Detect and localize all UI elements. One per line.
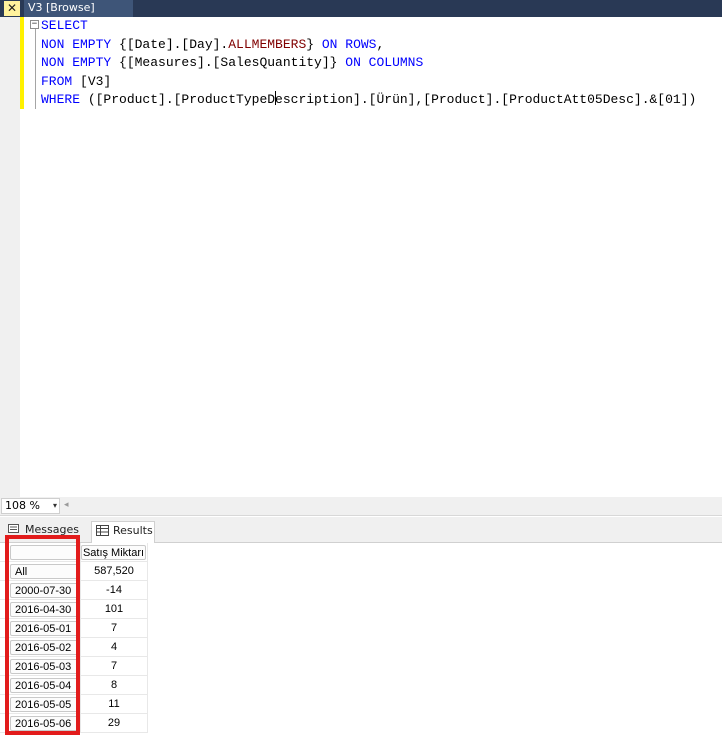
document-tab-strip: ✕ V3 [Browse] xyxy=(0,0,722,17)
close-tab-icon[interactable]: ✕ xyxy=(4,1,20,16)
row-header-label: 2016-05-06 xyxy=(10,715,78,731)
code-line[interactable]: NON EMPTY {[Date].[Day].ALLMEMBERS} ON R… xyxy=(41,36,696,55)
tab-results[interactable]: Results xyxy=(91,521,155,543)
table-row: 2016-05-06 29 xyxy=(0,713,148,733)
keyword-token: ON ROWS xyxy=(321,36,377,52)
query-editor[interactable]: − SELECT NON EMPTY {[Date].[Day].ALLMEMBE… xyxy=(0,17,722,497)
outline-guide xyxy=(35,29,36,109)
value-cell[interactable]: 7 xyxy=(80,618,148,638)
results-table: Satış Miktarı All 587,520 2000-07-30 -14 201… xyxy=(0,543,148,733)
grid-corner-cell[interactable] xyxy=(0,543,81,562)
column-header-label: Satış Miktarı xyxy=(81,544,146,560)
code-token: {[Measures].[SalesQuantity]} xyxy=(119,55,346,70)
keyword-token: ON COLUMNS xyxy=(345,55,424,70)
row-header-label: All xyxy=(10,563,78,579)
unsaved-change-indicator xyxy=(20,17,24,109)
row-header-cell[interactable]: 2016-04-30 xyxy=(0,599,81,619)
row-header-label: 2016-05-04 xyxy=(10,677,78,693)
row-header-cell[interactable]: 2016-05-03 xyxy=(0,656,81,676)
value-cell[interactable]: 101 xyxy=(80,599,148,619)
table-row: All 587,520 xyxy=(0,561,148,581)
tab-messages[interactable]: Messages xyxy=(8,521,90,543)
value-cell[interactable]: 8 xyxy=(80,675,148,695)
keyword-token: FROM xyxy=(41,73,81,89)
row-header-cell[interactable]: All xyxy=(0,561,81,581)
code-token: {[Date].[Day]. xyxy=(119,36,229,52)
table-row: 2016-05-01 7 xyxy=(0,618,148,638)
row-header-cell[interactable]: 2016-05-06 xyxy=(0,713,81,733)
row-header-label: 2000-07-30 xyxy=(10,582,78,598)
code-line[interactable]: WHERE ([Product].[ProductTypeDescription… xyxy=(41,91,696,110)
code-token: , xyxy=(376,36,385,52)
messages-icon xyxy=(8,524,19,533)
row-header-cell[interactable]: 2016-05-05 xyxy=(0,694,81,714)
table-row: 2016-04-30 101 xyxy=(0,599,148,619)
results-pane: Messages Results Satış Miktarı All 587,52… xyxy=(0,517,722,733)
row-header-label: 2016-05-01 xyxy=(10,620,78,636)
function-token: ALLMEMBERS xyxy=(228,36,307,52)
row-header-label: 2016-04-30 xyxy=(10,601,78,617)
row-header-cell[interactable]: 2016-05-02 xyxy=(0,637,81,657)
table-row: 2000-07-30 -14 xyxy=(0,580,148,600)
column-header-cell[interactable]: Satış Miktarı xyxy=(80,543,148,562)
value-cell[interactable]: 4 xyxy=(80,637,148,657)
tab-results-label: Results xyxy=(113,524,153,537)
row-header-cell[interactable]: 2016-05-01 xyxy=(0,618,81,638)
code-line[interactable]: SELECT xyxy=(41,17,696,36)
zoom-dropdown[interactable]: 108 % ▾ xyxy=(1,498,60,514)
results-tab-strip: Messages Results xyxy=(0,517,722,543)
code-line[interactable]: NON EMPTY {[Measures].[SalesQuantity]} O… xyxy=(41,54,696,73)
grid-header-row: Satış Miktarı xyxy=(0,543,148,562)
value-cell[interactable]: 587,520 xyxy=(80,561,148,581)
tab-messages-label: Messages xyxy=(25,523,79,536)
grid-icon xyxy=(96,525,109,536)
scroll-left-icon[interactable]: ◂ xyxy=(64,500,69,510)
value-cell[interactable]: -14 xyxy=(80,580,148,600)
code-token: } xyxy=(306,36,322,52)
row-header-label: 2016-05-03 xyxy=(10,658,78,674)
row-header-cell[interactable]: 2000-07-30 xyxy=(0,580,81,600)
table-row: 2016-05-04 8 xyxy=(0,675,148,695)
table-row: 2016-05-05 11 xyxy=(0,694,148,714)
collapse-outline-icon[interactable]: − xyxy=(30,20,39,29)
keyword-token: NON EMPTY xyxy=(41,55,120,70)
results-grid[interactable]: Satış Miktarı All 587,520 2000-07-30 -14 201… xyxy=(0,543,722,733)
value-cell[interactable]: 11 xyxy=(80,694,148,714)
keyword-token: NON EMPTY xyxy=(41,36,120,52)
code-token: escription].[Ürün],[Product].[ProductAtt… xyxy=(275,92,697,107)
keyword-token: WHERE xyxy=(41,92,88,107)
zoom-bar: 108 % ▾ ◂ xyxy=(0,497,722,516)
table-row: 2016-05-03 7 xyxy=(0,656,148,676)
chevron-down-icon: ▾ xyxy=(52,501,57,510)
mdx-query-text[interactable]: SELECT NON EMPTY {[Date].[Day].ALLMEMBERS… xyxy=(41,17,696,110)
selection-margin xyxy=(0,17,20,497)
value-cell[interactable]: 7 xyxy=(80,656,148,676)
code-token: ([Product].[ProductTypeD xyxy=(87,92,276,107)
row-header-label: 2016-05-02 xyxy=(10,639,78,655)
code-token: [V3] xyxy=(80,73,112,89)
value-cell[interactable]: 29 xyxy=(80,713,148,733)
keyword-token: SELECT xyxy=(41,18,88,33)
row-header-cell[interactable]: 2016-05-04 xyxy=(0,675,81,695)
code-line[interactable]: FROM [V3] xyxy=(41,73,696,92)
zoom-value: 108 % xyxy=(5,499,40,512)
table-row: 2016-05-02 4 xyxy=(0,637,148,657)
tab-v3-browse[interactable]: V3 [Browse] xyxy=(24,0,133,17)
row-header-label: 2016-05-05 xyxy=(10,696,78,712)
